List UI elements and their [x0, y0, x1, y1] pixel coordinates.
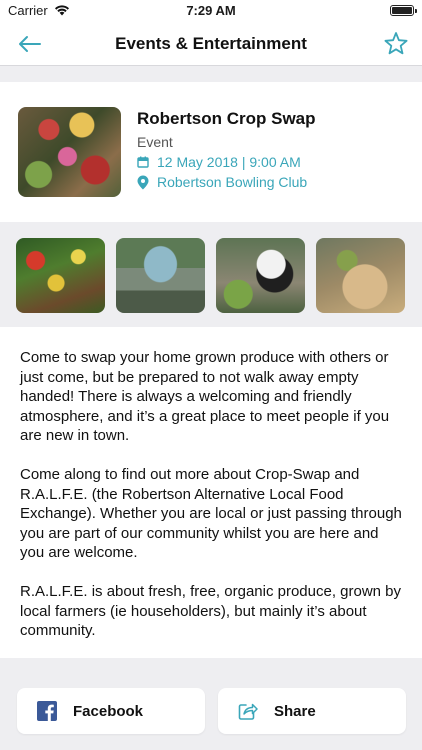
battery-icon — [390, 5, 417, 16]
event-description: Come to swap your home grown produce wit… — [0, 327, 422, 658]
page-title: Events & Entertainment — [115, 34, 307, 53]
photo-gallery — [0, 222, 422, 327]
share-button[interactable]: Share — [218, 688, 406, 734]
facebook-icon — [37, 701, 57, 721]
description-paragraph: Come to swap your home grown produce wit… — [20, 349, 390, 444]
event-title: Robertson Crop Swap — [137, 109, 316, 128]
action-bar: Facebook Share — [0, 688, 422, 734]
event-header-card: Robertson Crop Swap Event 12 May 2018 | … — [0, 82, 422, 222]
produce-photo[interactable] — [16, 238, 105, 313]
event-location: Robertson Bowling Club — [157, 174, 308, 190]
basket-photo[interactable] — [316, 238, 405, 313]
map-pin-icon — [137, 175, 149, 189]
share-button-label: Share — [274, 703, 316, 720]
calendar-icon — [137, 156, 149, 168]
status-bar: Carrier 7:29 AM — [0, 0, 422, 22]
facebook-button-label: Facebook — [73, 703, 144, 720]
event-date-row: 12 May 2018 | 9:00 AM — [137, 153, 301, 171]
event-location-row[interactable]: Robertson Bowling Club — [137, 173, 307, 191]
dog-photo[interactable] — [216, 238, 305, 313]
star-outline-icon[interactable] — [382, 30, 410, 58]
event-datetime: 12 May 2018 | 9:00 AM — [157, 154, 301, 170]
share-icon — [238, 703, 258, 720]
event-type: Event — [137, 134, 173, 150]
event-thumbnail[interactable] — [18, 107, 121, 197]
facebook-button[interactable]: Facebook — [17, 688, 205, 734]
navigation-bar: Events & Entertainment — [0, 22, 422, 66]
description-paragraph: Come along to find out more about Crop-S… — [20, 466, 402, 561]
description-paragraph: R.A.L.F.E. is about fresh, free, organic… — [20, 583, 402, 639]
status-time: 7:29 AM — [186, 3, 236, 18]
market-people-photo[interactable] — [116, 238, 205, 313]
